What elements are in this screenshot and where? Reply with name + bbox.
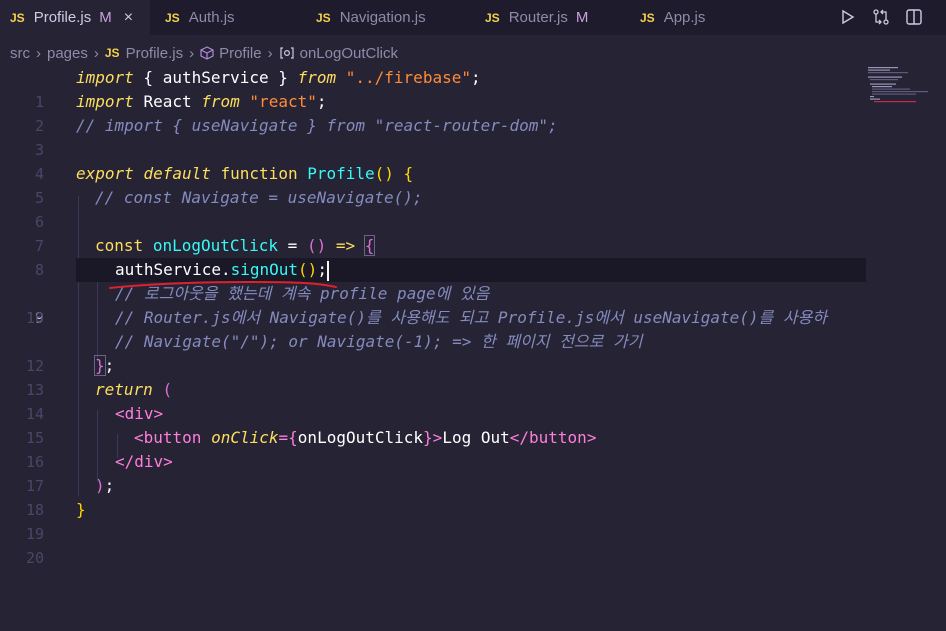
modified-indicator: M [575, 9, 589, 26]
code-line-17: 17 </div> [0, 450, 866, 495]
source-control-compare-icon[interactable] [870, 6, 892, 28]
code-line-7: 7 [0, 210, 866, 255]
code-line-12: 12 // Navigate("/"); or Navigate(-1); =>… [0, 330, 866, 375]
code-line-1: 1 import { authService } from "../fireba… [0, 66, 866, 111]
js-file-icon: JS [485, 10, 500, 25]
code-line-16: 16 <button onClick={onLogOutClick}>Log O… [0, 426, 866, 471]
code-line-4: 4 [0, 138, 866, 183]
tab-label: Navigation.js [339, 9, 426, 26]
code-line-5: 5 export default function Profile() { [0, 162, 866, 207]
js-file-icon: JS [640, 10, 655, 25]
chevron-right-icon: › [36, 44, 41, 62]
tab-label: Auth.js [188, 9, 235, 26]
chevron-right-icon: › [93, 44, 99, 62]
code-line-2: 2 import React from "react"; [0, 90, 866, 135]
red-underline-annotation [109, 280, 337, 289]
tab-label: Profile.js [33, 9, 92, 26]
code-line-19: 19 } [0, 498, 866, 543]
js-file-icon: JS [316, 10, 331, 25]
tab-profile-js[interactable]: JS Profile.js M × [0, 0, 150, 35]
line-number: 20 [25, 549, 44, 567]
method-icon [279, 46, 295, 60]
code-line-15: 15 <div> [0, 402, 866, 447]
tab-navigation-js[interactable]: JS Navigation.js [316, 0, 426, 35]
code-line-20: 20 [0, 522, 866, 567]
tab-label: App.js [663, 9, 706, 26]
tab-app-js[interactable]: JS App.js [640, 0, 705, 35]
js-file-icon: JS [104, 46, 120, 60]
breadcrumb-symbol-profile[interactable]: Profile [219, 45, 262, 62]
breadcrumb-pages[interactable]: pages [47, 45, 88, 62]
component-icon [200, 46, 214, 60]
tab-label: Router.js [508, 9, 568, 26]
code-line-18: 18 ); [0, 474, 866, 519]
close-icon[interactable]: × [124, 9, 133, 27]
split-editor-icon[interactable] [903, 6, 925, 28]
breadcrumb-symbol-onlogoutclick[interactable]: onLogOutClick [300, 45, 398, 62]
code-editor[interactable]: 1 import { authService } from "../fireba… [0, 66, 866, 631]
code-line-13: 13 }; [0, 354, 866, 399]
run-icon[interactable] [837, 6, 859, 28]
breadcrumb: src › pages › JS Profile.js › Profile › … [0, 42, 946, 64]
modified-indicator: M [99, 9, 112, 26]
chevron-right-icon: › [189, 44, 195, 62]
breadcrumb-src[interactable]: src [10, 45, 30, 62]
code-line-8: 8 const onLogOutClick = () => { [0, 234, 866, 279]
code-line-14: 14 return ( [0, 378, 866, 423]
chevron-right-icon: › [267, 44, 273, 62]
js-file-icon: JS [165, 10, 180, 25]
code-line-6: 6 // const Navigate = useNavigate(); [0, 186, 866, 231]
minimap[interactable] [866, 66, 946, 106]
code-line-3: 3 // import { useNavigate } from "react-… [0, 114, 866, 159]
breadcrumb-file[interactable]: Profile.js [126, 45, 184, 62]
tab-bar: JS Profile.js M × JS Auth.js JS Navigati… [0, 0, 946, 35]
code-line-11: 11 // Router.js에서 Navigate()를 사용해도 되고 Pr… [115, 308, 828, 327]
tab-router-js[interactable]: JS Router.js M [485, 0, 588, 35]
js-file-icon: JS [10, 10, 25, 25]
tab-auth-js[interactable]: JS Auth.js [165, 0, 235, 35]
